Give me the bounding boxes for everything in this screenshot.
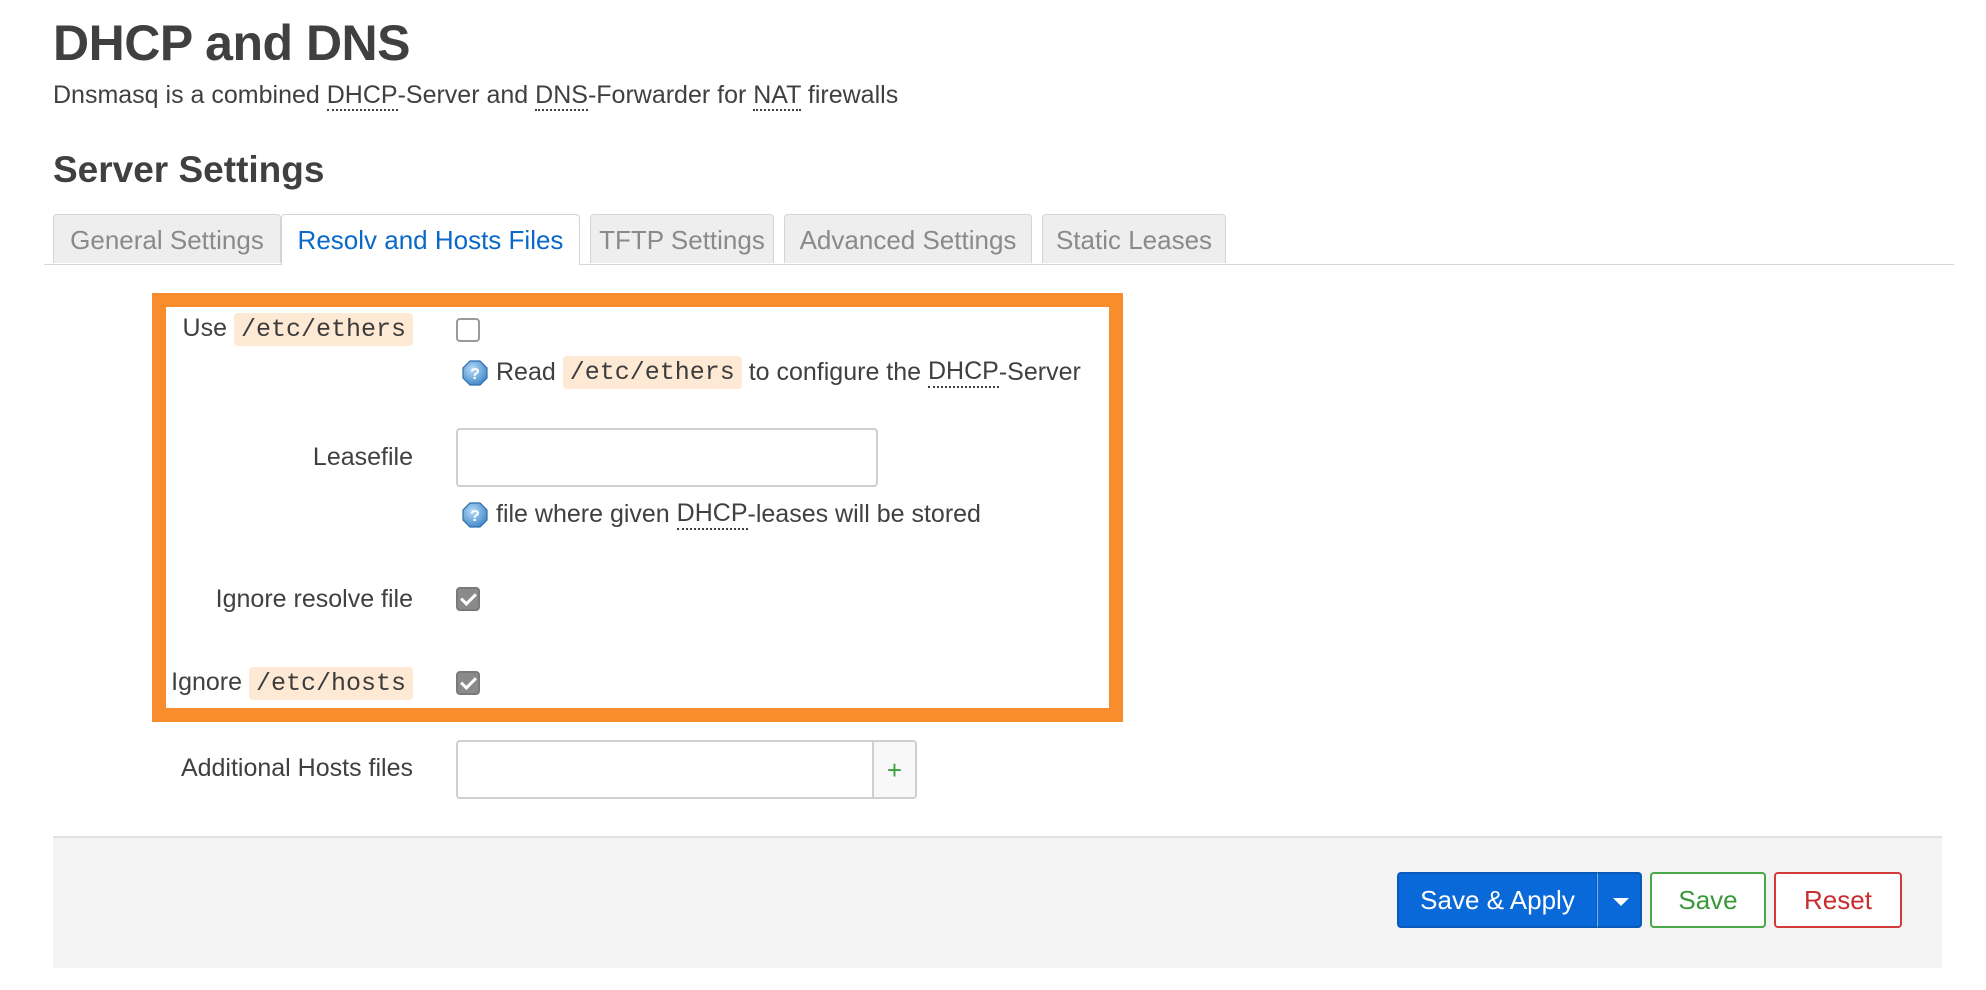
- ignore-resolve-label: Ignore resolve file: [215, 585, 413, 613]
- page: DHCP and DNS Dnsmasq is a combined DHCP-…: [0, 0, 1986, 990]
- use-ethers-help: ? Read /etc/ethers to configure the DHCP…: [462, 356, 1081, 389]
- desc-text: Dnsmasq is a combined: [53, 81, 327, 109]
- use-ethers-label: Use /etc/ethers: [182, 313, 413, 346]
- leasefile-help: ? file where given DHCP -leases will be s…: [462, 499, 981, 530]
- ignore-resolve-checkbox[interactable]: [456, 587, 480, 611]
- dhcp-abbr: DHCP: [928, 357, 999, 388]
- desc-text: -Forwarder for: [587, 81, 754, 109]
- help-icon: ?: [462, 501, 488, 528]
- settings-tabs: General Settings Resolv and Hosts Files …: [44, 214, 1954, 265]
- hosts-path: /etc/hosts: [248, 667, 413, 700]
- label-text: Use: [182, 314, 228, 342]
- svg-text:?: ?: [470, 508, 480, 525]
- tab-resolv-hosts-files[interactable]: Resolv and Hosts Files: [281, 214, 580, 265]
- reset-button[interactable]: Reset: [1774, 872, 1902, 928]
- leasefile-input[interactable]: [456, 428, 878, 487]
- help-icon: ?: [462, 359, 488, 386]
- save-apply-dropdown[interactable]: [1597, 872, 1642, 928]
- dhcp-abbr: DHCP: [326, 81, 398, 111]
- help-text: -leases will be stored: [747, 500, 981, 528]
- additional-hosts-input[interactable]: [456, 740, 874, 799]
- tab-tftp-settings[interactable]: TFTP Settings: [590, 214, 774, 263]
- ignore-hosts-checkbox[interactable]: [456, 671, 480, 695]
- save-apply-button[interactable]: Save & Apply: [1397, 872, 1598, 928]
- desc-text: firewalls: [800, 81, 899, 109]
- ethers-path: /etc/ethers: [233, 313, 413, 346]
- section-title: Server Settings: [53, 149, 325, 190]
- save-button[interactable]: Save: [1650, 872, 1766, 928]
- tab-static-leases[interactable]: Static Leases: [1042, 214, 1226, 263]
- ethers-path: /etc/ethers: [562, 356, 742, 389]
- add-hosts-file-button[interactable]: +: [873, 740, 917, 799]
- svg-text:?: ?: [470, 366, 480, 383]
- help-text: file where given: [496, 500, 670, 528]
- help-text: to configure the: [748, 358, 922, 386]
- leasefile-label: Leasefile: [312, 443, 413, 471]
- dns-abbr: DNS: [535, 81, 588, 111]
- additional-hosts-label: Additional Hosts files: [180, 754, 413, 782]
- help-text: -Server: [998, 358, 1081, 386]
- desc-text: -Server and: [397, 81, 536, 109]
- ignore-hosts-label: Ignore /etc/hosts: [171, 667, 413, 700]
- nat-abbr: NAT: [753, 81, 801, 111]
- caret-down-icon: [1613, 898, 1629, 906]
- page-title: DHCP and DNS: [53, 15, 411, 71]
- page-description: Dnsmasq is a combined DHCP-Server and DN…: [53, 81, 899, 111]
- help-text: Read: [496, 358, 556, 386]
- use-ethers-checkbox[interactable]: [456, 318, 480, 342]
- dhcp-abbr: DHCP: [676, 499, 748, 530]
- tab-general-settings[interactable]: General Settings: [53, 214, 281, 263]
- label-text: Ignore: [171, 668, 243, 696]
- tab-advanced-settings[interactable]: Advanced Settings: [784, 214, 1032, 263]
